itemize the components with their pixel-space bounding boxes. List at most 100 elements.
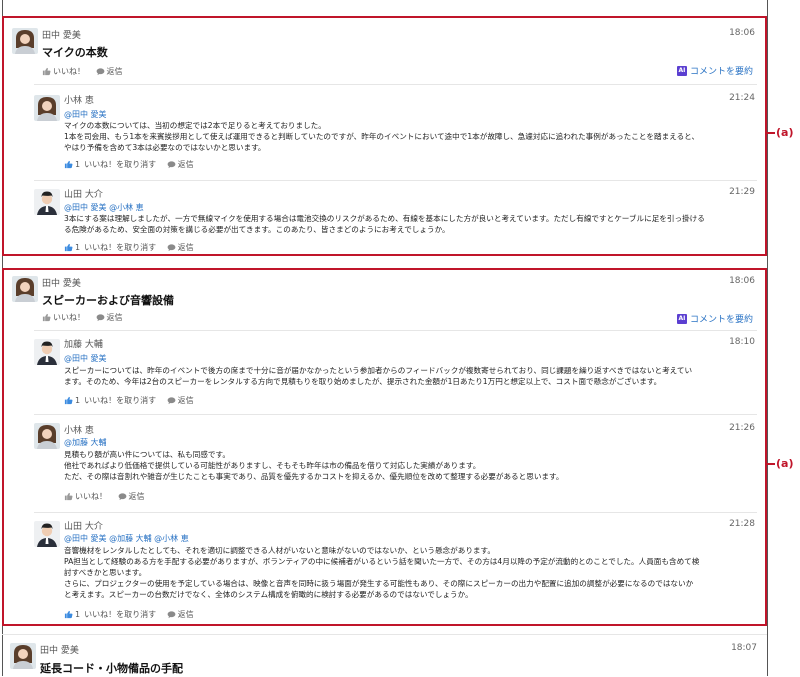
thread-card: 田中 愛美 18:07 延長コード・小物備品の手配 xyxy=(2,634,767,676)
timestamp: 21:29 xyxy=(729,187,755,197)
body-line: 1本を司会用、もう1本を来賓挨拶用として使えば運用できると判断していたのですが、… xyxy=(64,132,700,141)
comment-body: マイクの本数については、当初の想定では2本で足りると考えておりました。 1本を司… xyxy=(64,120,753,153)
parent-post: 田中 愛美 18:06 スピーカーおよび音響設備 いいね！ 返信 AI コメントを… xyxy=(12,276,757,326)
avatar[interactable] xyxy=(34,423,60,449)
thumbs-up-icon xyxy=(64,160,73,169)
post-actions: いいね！ 返信 xyxy=(42,312,131,324)
ai-badge-icon: AI xyxy=(676,65,687,76)
like-label: いいね！を取り消す xyxy=(84,396,157,405)
body-line: る危険があるため、安全面の対策を講じる必要が出てきます。このあたり、皆さまどのよ… xyxy=(64,225,450,234)
summarize-comments-button[interactable]: AI コメントを要約 xyxy=(676,64,753,77)
reply-label: 返信 xyxy=(128,492,145,501)
reply-actions: 1 いいね！を取り消す 返信 xyxy=(64,395,202,407)
post-title: スピーカーおよび音響設備 xyxy=(42,294,174,307)
author-name[interactable]: 山田 大介 xyxy=(64,187,103,200)
like-label: いいね！を取り消す xyxy=(84,160,157,169)
avatar[interactable] xyxy=(34,521,60,547)
reply-button[interactable]: 返信 xyxy=(96,312,123,323)
summarize-comments-button[interactable]: AI コメントを要約 xyxy=(676,312,753,325)
avatar[interactable] xyxy=(34,339,60,365)
reply-comment: 加藤 大輔 18:10 @田中 愛美 スピーカーについては、昨年のイベントで後方… xyxy=(34,330,757,413)
thumbs-up-icon xyxy=(64,492,73,501)
timestamp: 21:26 xyxy=(729,423,755,433)
comment-body: 音響機材をレンタルしたとしても、それを適切に調整できる人材がいないと意味がないの… xyxy=(64,545,753,600)
reply-label: 返信 xyxy=(177,396,194,405)
marker-label: (a) xyxy=(776,457,794,470)
avatar[interactable] xyxy=(10,643,36,669)
author-name[interactable]: 田中 愛美 xyxy=(40,643,79,656)
avatar[interactable] xyxy=(12,28,38,54)
like-count: 1 xyxy=(75,160,81,169)
reply-actions: 1 いいね！を取り消す 返信 xyxy=(64,159,202,171)
reply-button[interactable]: 返信 xyxy=(96,66,123,77)
body-line: と考えます。スピーカーの台数だけでなく、全体のシステム構成を俯瞰的に検討する必要… xyxy=(64,590,473,599)
author-name[interactable]: 田中 愛美 xyxy=(42,276,81,289)
author-name[interactable]: 小林 恵 xyxy=(64,93,94,106)
speech-bubble-icon xyxy=(167,160,176,169)
speech-bubble-icon xyxy=(96,67,105,76)
body-line: スピーカーについては、昨年のイベントで後方の席まで十分に音が届かなかったという参… xyxy=(64,366,693,375)
reply-label: 返信 xyxy=(106,313,123,322)
thread-card: 田中 愛美 18:06 スピーカーおよび音響設備 いいね！ 返信 AI コメントを… xyxy=(2,268,767,626)
like-label: いいね！ xyxy=(53,313,85,322)
avatar[interactable] xyxy=(12,276,38,302)
thumbs-up-icon xyxy=(42,313,51,322)
reply-button[interactable]: 返信 xyxy=(118,491,145,502)
like-label: いいね！ xyxy=(75,492,107,501)
unlike-button[interactable]: 1 いいね！を取り消す xyxy=(64,395,156,406)
reply-label: 返信 xyxy=(177,160,194,169)
unlike-button[interactable]: 1 いいね！を取り消す xyxy=(64,159,156,170)
unlike-button[interactable]: 1 いいね！を取り消す xyxy=(64,609,156,620)
parent-post: 田中 愛美 18:06 マイクの本数 いいね！ 返信 AI コメントを要約 xyxy=(12,28,757,78)
reply-button[interactable]: 返信 xyxy=(167,242,194,253)
like-button[interactable]: いいね！ xyxy=(42,312,85,323)
author-name[interactable]: 小林 恵 xyxy=(64,423,94,436)
timestamp: 18:06 xyxy=(729,276,755,286)
body-line: 3本にする案は理解しましたが、一方で無線マイクを使用する場合は電池交換のリスクが… xyxy=(64,214,705,223)
reply-comment: 山田 大介 21:28 @田中 愛美 @加藤 大輔 @小林 恵 音響機材をレンタ… xyxy=(34,512,757,623)
like-count: 1 xyxy=(75,396,81,405)
like-count: 1 xyxy=(75,610,81,619)
like-label: いいね！を取り消す xyxy=(84,243,157,252)
body-line: 他社であればより低価格で提供している可能性がありますし、そもそも昨年は市の備品を… xyxy=(64,461,481,470)
annotation-marker: (a) xyxy=(766,457,800,470)
author-name[interactable]: 加藤 大輔 xyxy=(64,337,103,350)
avatar[interactable] xyxy=(34,95,60,121)
thread-card: 田中 愛美 18:06 マイクの本数 いいね！ 返信 AI コメントを要約 小林 … xyxy=(2,16,767,256)
mentions[interactable]: @田中 愛美 xyxy=(64,109,107,120)
avatar[interactable] xyxy=(34,189,60,215)
body-line: ます。そのため、今年は2台のスピーカーをレンタルする方向で見積もりを取り始めまし… xyxy=(64,377,662,386)
thumbs-up-icon xyxy=(64,610,73,619)
parent-post: 田中 愛美 18:07 延長コード・小物備品の手配 xyxy=(10,643,759,677)
like-button[interactable]: いいね！ xyxy=(42,66,85,77)
mentions[interactable]: @田中 愛美 @加藤 大輔 @小林 恵 xyxy=(64,533,189,544)
reply-button[interactable]: 返信 xyxy=(167,159,194,170)
ai-badge-icon: AI xyxy=(676,313,687,324)
body-line: 音響機材をレンタルしたとしても、それを適切に調整できる人材がいないと意味がないの… xyxy=(64,546,495,555)
author-name[interactable]: 山田 大介 xyxy=(64,519,103,532)
comment-body: スピーカーについては、昨年のイベントで後方の席まで十分に音が届かなかったという参… xyxy=(64,365,753,387)
thumbs-up-icon xyxy=(64,243,73,252)
mentions[interactable]: @田中 愛美 @小林 恵 xyxy=(64,202,144,213)
body-line: PA担当として経験のある方を手配する必要がありますが、ボランティアの中に候補者が… xyxy=(64,557,700,566)
reply-label: 返信 xyxy=(177,243,194,252)
reply-comment: 小林 恵 21:26 @加藤 大輔 見積もり額が高い件については、私も同感です。… xyxy=(34,414,757,509)
reply-button[interactable]: 返信 xyxy=(167,609,194,620)
body-line: マイクの本数については、当初の想定では2本で足りると考えておりました。 xyxy=(64,121,326,130)
summary-label: コメントを要約 xyxy=(689,315,753,325)
like-label: いいね！を取り消す xyxy=(84,610,157,619)
reply-comment: 小林 恵 21:24 @田中 愛美 マイクの本数については、当初の想定では2本で… xyxy=(34,84,757,173)
like-button[interactable]: いいね！ xyxy=(64,491,107,502)
speech-bubble-icon xyxy=(118,492,127,501)
marker-label: (a) xyxy=(776,126,794,139)
summary-label: コメントを要約 xyxy=(689,67,753,77)
body-line: 見積もり額が高い件については、私も同感です。 xyxy=(64,450,230,459)
body-line: さらに、プロジェクターの使用を予定している場合は、映像と音声を同時に扱う場面が発… xyxy=(64,579,694,588)
mentions[interactable]: @加藤 大輔 xyxy=(64,437,107,448)
speech-bubble-icon xyxy=(96,313,105,322)
unlike-button[interactable]: 1 いいね！を取り消す xyxy=(64,242,156,253)
reply-button[interactable]: 返信 xyxy=(167,395,194,406)
timestamp: 18:06 xyxy=(729,28,755,38)
mentions[interactable]: @田中 愛美 xyxy=(64,353,107,364)
author-name[interactable]: 田中 愛美 xyxy=(42,28,81,41)
